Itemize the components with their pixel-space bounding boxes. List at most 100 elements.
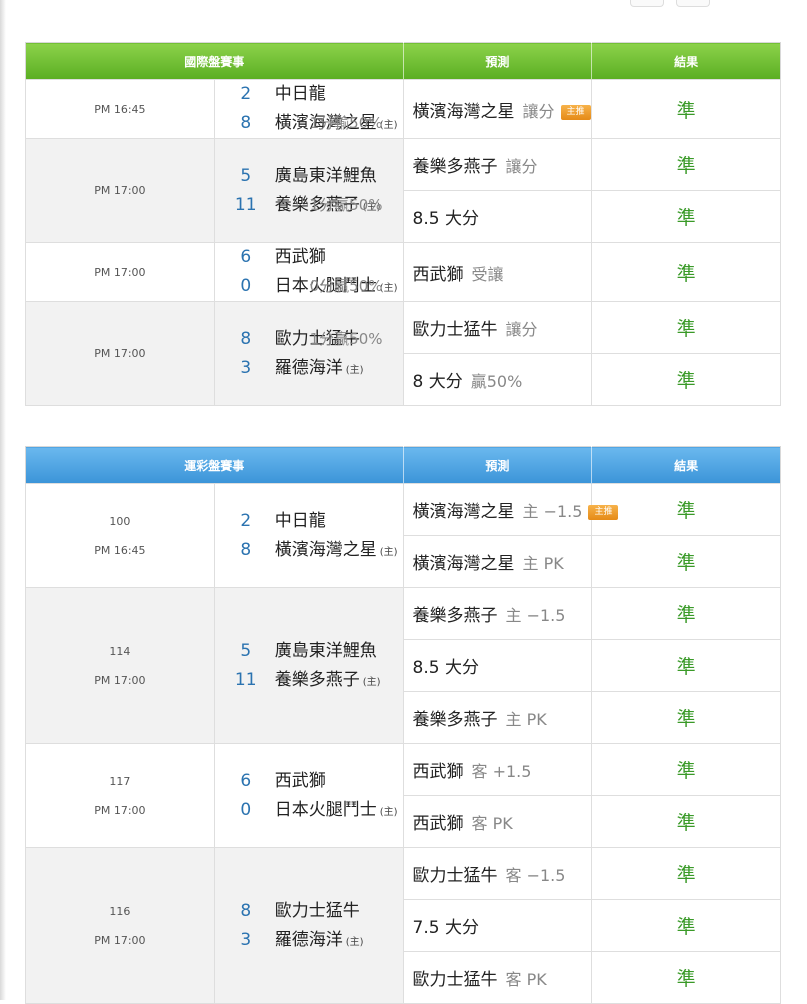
home-team-name: 羅德海洋 [274, 929, 343, 950]
result-accurate: 準 [591, 242, 781, 302]
prediction-line: 客 PK [471, 814, 513, 833]
prediction-pick: 8 大分 [412, 372, 463, 392]
prediction: 養樂多燕子主 PK [404, 705, 592, 730]
header-result: 結果 [591, 446, 781, 484]
prediction-line: 客 +1.5 [471, 762, 532, 781]
table-row: PM 16:45 2 中日龍 8 橫濱海灣之星 (主) 1分輸50% 橫濱海灣之星 讓分 主推準 [25, 79, 781, 139]
away-team-name[interactable]: 廣島東洋鯉魚 [275, 162, 377, 191]
home-score: 11 [234, 194, 257, 215]
prediction: 西武獅客 +1.5 [404, 757, 592, 782]
result-accurate: 準 [591, 847, 781, 900]
prediction-pick: 養樂多燕子 [412, 710, 498, 730]
table-row: 114 PM 17:00 5 廣島東洋鯉魚 11 養樂多燕子 (主) 養樂多燕子主 −1.5 準 [25, 587, 781, 744]
prediction: 養樂多燕子 讓分 [404, 152, 592, 177]
game-time: PM 16:45 [94, 102, 146, 116]
away-team-name[interactable]: 西武獅 [275, 243, 326, 272]
game-code: 117 [109, 774, 131, 788]
home-team-name: 養樂多燕子 [274, 669, 360, 690]
prediction-pick: 橫濱海灣之星 [412, 502, 515, 522]
prediction-line: 讓分 [522, 101, 555, 121]
time-cell: 117 PM 17:00 [25, 743, 215, 848]
prediction-pick: 歐力士猛牛 [412, 320, 498, 340]
home-team-line: 3 羅德海洋 (主) [215, 926, 403, 955]
prediction-pick: 西武獅 [412, 762, 464, 782]
handicap-result: 1分贏50% [309, 329, 383, 348]
home-team-line: 8 橫濱海灣之星 (主) [215, 536, 403, 565]
away-team-name[interactable]: 歐力士猛牛 [275, 897, 360, 926]
result-accurate: 準 [591, 899, 781, 952]
away-team-line: 5 廣島東洋鯉魚 [215, 162, 403, 191]
away-score: 2 [240, 510, 252, 531]
prediction-cell: 8.5 大分 [402, 639, 593, 692]
home-team[interactable]: 橫濱海灣之星 (主) [275, 536, 398, 567]
sports-lottery-table: 運彩盤賽事 預測 結果 100 PM 16:45 2 中日龍 8 橫濱海灣之星 (主) 橫濱海… [25, 446, 781, 1004]
away-team-name[interactable]: 中日龍 [275, 507, 326, 536]
home-score: 8 [240, 539, 252, 560]
top-button-2[interactable] [676, 0, 710, 7]
home-team[interactable]: 羅德海洋 (主) [275, 354, 364, 385]
result-accurate: 準 [591, 190, 781, 243]
prediction: 8.5 大分 [404, 653, 592, 678]
away-team-line: 2 中日龍 [215, 507, 403, 536]
time-cell: 114 PM 17:00 [25, 587, 215, 744]
host-tag: (主) [379, 806, 398, 818]
prediction-line: 主 PK [522, 554, 564, 573]
result-accurate: 準 [591, 639, 781, 692]
home-score: 3 [240, 357, 252, 378]
away-team-name[interactable]: 中日龍 [275, 80, 326, 109]
prediction-pick: 西武獅 [412, 814, 464, 834]
top-button-1[interactable] [630, 0, 664, 7]
away-team-name[interactable]: 廣島東洋鯉魚 [275, 637, 377, 666]
result-accurate: 準 [591, 951, 781, 1004]
home-team-name: 橫濱海灣之星 [274, 539, 377, 560]
header-result: 結果 [591, 42, 781, 80]
prediction-pick: 歐力士猛牛 [412, 866, 498, 886]
prediction-cell: 8 大分 贏50% [402, 353, 593, 406]
home-team[interactable]: 養樂多燕子 (主) [275, 666, 381, 697]
table-row: 117 PM 17:00 6 西武獅 0 日本火腿鬥士 (主) 西武獅客 +1.5 準 [25, 743, 781, 848]
match-cell: 2 中日龍 8 橫濱海灣之星 (主) 1分輸50% [213, 79, 404, 139]
match-cell: 2 中日龍 8 橫濱海灣之星 (主) [213, 483, 404, 588]
home-team-name: 羅德海洋 [274, 357, 343, 378]
prediction: 養樂多燕子主 −1.5 [404, 601, 592, 626]
handicap-result: 0分贏50% [309, 277, 383, 295]
table-header-row: 國際盤賽事 預測 結果 [25, 42, 781, 80]
game-code: 116 [109, 904, 131, 918]
result-accurate: 準 [591, 535, 781, 588]
home-team-line: 0 日本火腿鬥士 (主) [215, 796, 403, 825]
top-pick-badge: 主推 [588, 505, 619, 520]
result-accurate: 準 [591, 79, 781, 139]
top-pick-badge: 主推 [560, 104, 591, 120]
prediction-pick: 橫濱海灣之星 [412, 101, 515, 122]
prediction-line: 客 −1.5 [505, 866, 566, 885]
away-score: 5 [240, 640, 252, 661]
international-odds-table: 國際盤賽事 預測 結果 PM 16:45 2 中日龍 8 橫濱海灣之星 (主) 1分輸50%… [25, 42, 781, 406]
home-score: 8 [240, 113, 252, 133]
match-cell: 5 廣島東洋鯉魚 11 養樂多燕子 (主) [213, 587, 404, 744]
game-time: PM 17:00 [94, 265, 146, 279]
prediction-pick: 西武獅 [412, 264, 464, 285]
away-score: 6 [240, 247, 252, 267]
away-team-name[interactable]: 西武獅 [275, 767, 326, 796]
prediction: 歐力士猛牛 讓分 [404, 315, 592, 340]
prediction-pick: 7.5 大分 [412, 918, 479, 938]
prediction-cell: 橫濱海灣之星主 −1.5 主推 [402, 483, 619, 536]
prediction-pick: 8.5 大分 [412, 209, 479, 229]
table-row: PM 17:00 8 歐力士猛牛 1分贏50% 3 羅德海洋 (主) 歐力士猛牛 讓分準 [25, 301, 781, 406]
prediction: 7.5 大分 [404, 913, 592, 938]
table-row: 100 PM 16:45 2 中日龍 8 橫濱海灣之星 (主) 橫濱海灣之星主 −1.5 主推準 [25, 483, 781, 588]
prediction-pick: 8.5 大分 [412, 658, 479, 678]
home-team[interactable]: 日本火腿鬥士 (主) [275, 796, 398, 827]
prediction-cell: 7.5 大分 [402, 899, 593, 952]
handicap-result: 1分贏50% [309, 195, 383, 214]
home-team-line: 11 養樂多燕子 (主) [215, 666, 403, 695]
prediction: 橫濱海灣之星 讓分 主推 [404, 97, 592, 122]
away-team-line: 2 中日龍 [215, 80, 403, 109]
time-cell: PM 17:00 [25, 242, 215, 302]
home-team-line: 3 羅德海洋 (主) [215, 354, 403, 383]
game-time: PM 17:00 [94, 184, 146, 197]
game-code: 114 [109, 644, 131, 658]
prediction: 8 大分 贏50% [404, 367, 592, 392]
header-match: 國際盤賽事 [25, 42, 404, 80]
home-team[interactable]: 羅德海洋 (主) [275, 926, 364, 957]
